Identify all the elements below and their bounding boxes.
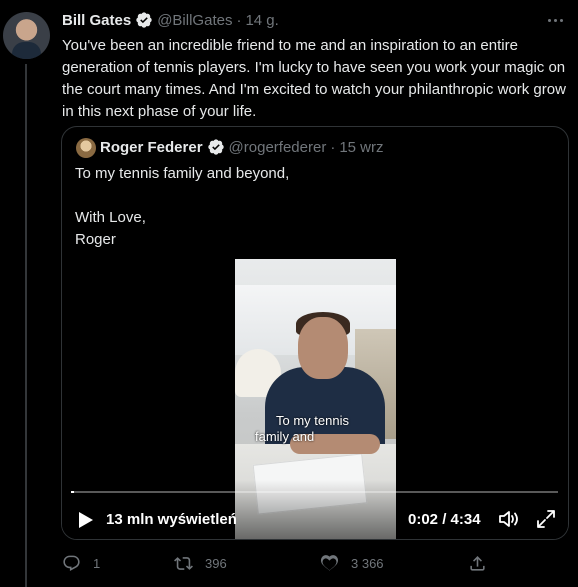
quote-header: Roger Federer @rogerfederer · 15 wrz [100,138,384,156]
quote-text-line: Roger [75,231,116,248]
video-timecode: 0:02 / 4:34 [408,511,481,528]
verified-badge-icon [207,139,224,155]
quote-text-line: To my tennis family and beyond, [75,165,290,182]
video-player[interactable]: To my tennis family and 13 mln wyświetle… [62,259,568,539]
quote-author-avatar [76,138,96,158]
video-caption-line: family and [255,429,315,444]
volume-icon[interactable] [498,509,520,529]
reply-count: 1 [93,556,101,571]
fullscreen-icon[interactable] [536,509,556,529]
tweet-actions: 1 396 3 366 [62,554,562,576]
quote-author-name: Roger Federer [100,138,203,156]
retweet-button[interactable]: 396 [174,554,227,573]
retweet-count: 396 [205,556,227,571]
author-avatar[interactable] [3,12,50,59]
tweet-header: Bill Gates @BillGates · 14 g. [62,11,279,29]
thread-line [25,64,27,587]
quote-text-line: With Love, [75,209,146,226]
author-name[interactable]: Bill Gates [62,12,131,29]
tweet-time[interactable]: 14 g. [245,12,278,29]
like-button[interactable]: 3 366 [320,554,384,573]
more-icon[interactable] [548,14,568,26]
play-icon[interactable] [78,511,94,529]
header-separator: · [236,11,242,29]
like-count: 3 366 [351,556,384,571]
quote-tweet-card[interactable]: Roger Federer @rogerfederer · 15 wrz To … [61,126,569,540]
like-icon [320,555,339,571]
video-views: 13 mln wyświetleń [106,511,237,528]
author-handle[interactable]: @BillGates [157,12,232,29]
video-caption-line: To my tennis [276,413,349,428]
quote-time: 15 wrz [339,138,384,156]
share-button[interactable] [468,554,487,573]
reply-icon [63,555,80,571]
video-progress-bar[interactable] [71,491,558,493]
verified-badge-icon [136,12,152,28]
share-icon [470,556,485,571]
video-progress-fill [71,491,75,493]
retweet-icon [174,557,193,570]
video-controls-shade [62,480,568,539]
quote-separator: · [330,138,336,156]
quote-text: To my tennis family and beyond, With Lov… [75,163,555,251]
reply-button[interactable]: 1 [62,554,100,573]
quote-author-handle: @rogerfederer [228,138,327,156]
tweet-text: You've been an incredible friend to me a… [62,37,566,120]
